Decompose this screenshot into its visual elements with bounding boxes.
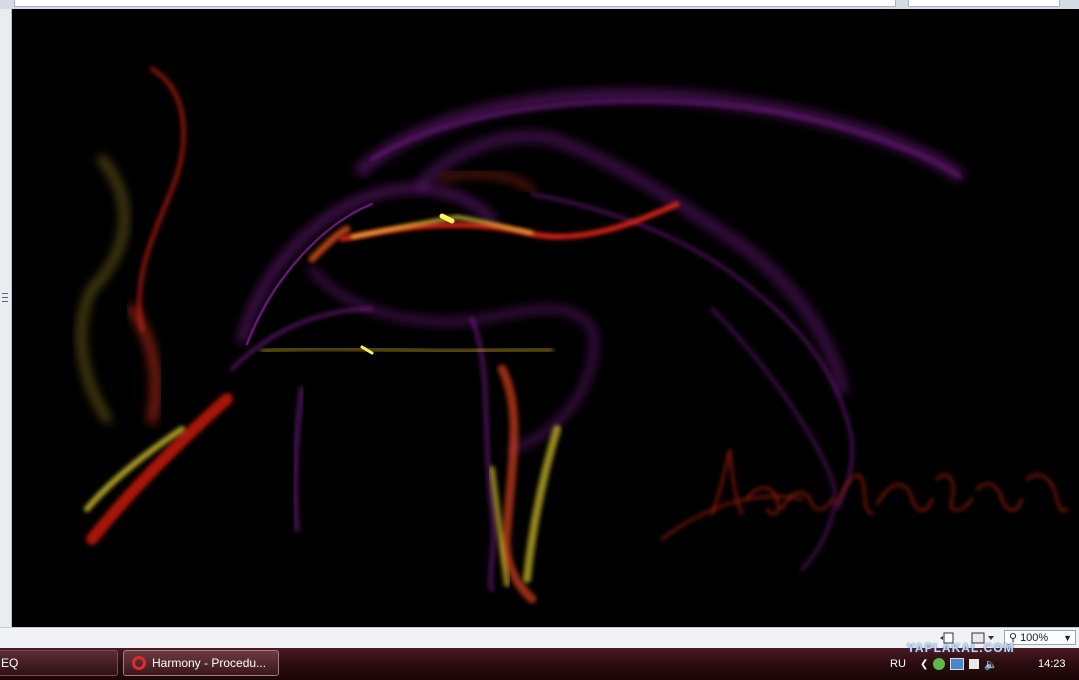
language-indicator[interactable]: RU: [890, 648, 906, 680]
taskbar-item-label: Harmony - Procedu...: [152, 656, 267, 670]
language-label: RU: [890, 658, 906, 670]
address-field-edge[interactable]: [14, 0, 896, 7]
signature-strokes: [710, 448, 1069, 516]
left-scroll-strip[interactable]: [0, 9, 12, 627]
chevron-left-icon[interactable]: ❮: [920, 659, 928, 670]
splitter-grip-icon[interactable]: [2, 293, 8, 304]
watermark-text: YAPLAKAL.COM: [907, 641, 1015, 655]
sketch-drawing: [77, 66, 1069, 604]
clock-time: 14:23: [1038, 658, 1066, 670]
taskbar-item-label: EQ: [1, 656, 19, 670]
speaker-icon[interactable]: 🔈: [984, 658, 998, 671]
purple-strokes: [230, 88, 964, 592]
search-field-edge[interactable]: [908, 0, 1060, 7]
flag-icon[interactable]: [969, 659, 980, 669]
drawing-canvas[interactable]: [12, 9, 1079, 627]
taskbar-item-eq[interactable]: EQ: [0, 650, 118, 676]
taskbar-item-harmony[interactable]: Harmony - Procedu...: [123, 650, 279, 676]
display-icon[interactable]: [950, 658, 965, 670]
chevron-down-icon[interactable]: ▼: [1063, 633, 1072, 643]
red-strokes: [86, 66, 804, 604]
browser-toolbar-edge: [0, 0, 1079, 9]
opera-icon: [132, 656, 146, 670]
network-icon[interactable]: [933, 658, 946, 670]
